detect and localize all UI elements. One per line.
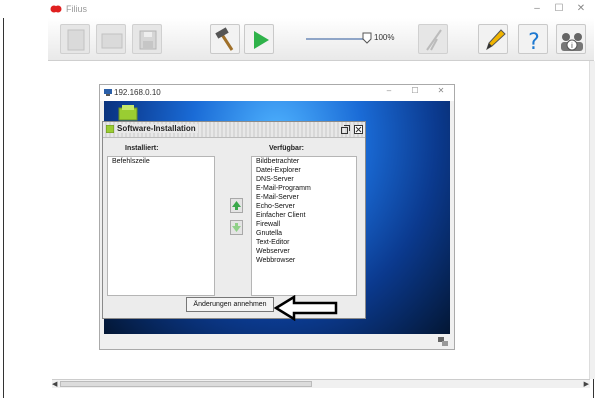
maximize-button[interactable]: ☐ — [552, 3, 566, 14]
simulation-mode-button[interactable] — [244, 24, 274, 54]
list-item[interactable]: Einfacher Client — [254, 211, 356, 220]
svg-text:?: ? — [528, 30, 540, 55]
apply-changes-button[interactable]: Änderungen annehmen — [186, 297, 274, 312]
edit-button[interactable] — [478, 24, 508, 54]
scroll-left-icon[interactable]: ◀ — [52, 380, 57, 388]
new-icon — [67, 29, 85, 51]
design-mode-button[interactable] — [210, 24, 240, 54]
pc-icon — [104, 89, 112, 96]
toolbar: 100% ? i — [48, 18, 594, 61]
vertical-scrollbar[interactable] — [589, 61, 595, 379]
open-button[interactable] — [96, 24, 126, 54]
dialog-title: Software-Installation — [117, 124, 198, 133]
dialog-title-bar: Software-Installation — [103, 122, 365, 138]
save-button[interactable] — [132, 24, 162, 54]
pc-minimize-button[interactable]: – — [382, 86, 396, 95]
software-installer-desktop-icon[interactable] — [118, 105, 138, 121]
wireless-button[interactable] — [418, 24, 448, 54]
dialog-close-icon[interactable] — [354, 125, 363, 134]
list-item[interactable]: Webserver — [254, 247, 356, 256]
svg-text:i: i — [571, 42, 573, 50]
close-button[interactable]: ✕ — [574, 3, 588, 14]
filius-logo-icon — [50, 5, 62, 13]
list-item[interactable]: Datei-Explorer — [254, 166, 356, 175]
arrow-right-icon — [232, 223, 241, 232]
available-items: Bildbetrachter Datei-Explorer DNS-Server E-… — [252, 157, 356, 265]
list-item[interactable]: Befehlszeile — [110, 157, 214, 166]
arrow-left-icon — [232, 201, 241, 210]
installed-items: Befehlszeile — [108, 157, 214, 166]
pc-close-button[interactable]: ✕ — [434, 86, 448, 95]
move-right-button[interactable] — [230, 220, 243, 235]
available-list[interactable]: Bildbetrachter Datei-Explorer DNS-Server E-… — [251, 156, 357, 296]
save-icon — [139, 30, 157, 50]
list-item[interactable]: Gnutella — [254, 229, 356, 238]
scroll-right-icon[interactable]: ▶ — [584, 380, 589, 388]
pc-maximize-button[interactable]: ☐ — [408, 86, 422, 95]
dialog-restore-icon[interactable] — [341, 125, 350, 134]
zoom-label: 100% — [374, 33, 395, 42]
list-item[interactable]: Echo-Server — [254, 202, 356, 211]
pencil-icon — [486, 29, 506, 51]
available-header: Verfügbar: — [269, 145, 305, 152]
dialog-app-icon — [106, 125, 114, 133]
info-icon: i — [561, 33, 583, 51]
open-icon — [101, 33, 123, 49]
play-icon — [254, 31, 269, 49]
speed-slider-knob[interactable] — [362, 32, 372, 44]
installed-list[interactable]: Befehlszeile — [107, 156, 215, 296]
wireless-icon — [426, 29, 442, 51]
network-status-icon — [438, 337, 448, 346]
move-left-button[interactable] — [230, 198, 243, 213]
list-item[interactable]: E-Mail-Server — [254, 193, 356, 202]
minimize-button[interactable]: – — [530, 3, 544, 14]
software-installation-dialog: Software-Installation Installiert: Verfü… — [102, 121, 366, 319]
list-item[interactable]: Webbrowser — [254, 256, 356, 265]
scroll-thumb[interactable] — [60, 381, 312, 387]
annotation-arrow-icon — [274, 295, 338, 321]
hammer-icon — [215, 27, 234, 51]
info-button[interactable]: i — [556, 24, 586, 54]
list-item[interactable]: Bildbetrachter — [254, 157, 356, 166]
list-item[interactable]: DNS-Server — [254, 175, 356, 184]
installed-header: Installiert: — [125, 145, 159, 152]
list-item[interactable]: Firewall — [254, 220, 356, 229]
help-button[interactable]: ? — [518, 24, 548, 55]
pc-window-title-bar: 192.168.0.10 – ☐ ✕ — [100, 85, 454, 101]
list-item[interactable]: Text-Editor — [254, 238, 356, 247]
title-bar: Filius – ☐ ✕ — [0, 0, 597, 18]
pc-ip-address: 192.168.0.10 — [114, 88, 161, 97]
app-title: Filius — [66, 4, 88, 14]
horizontal-scrollbar[interactable]: ◀ ▶ — [52, 379, 590, 388]
new-button[interactable] — [60, 24, 90, 54]
speed-slider[interactable] — [306, 38, 368, 40]
help-icon: ? — [528, 30, 540, 55]
pc-status-bar — [100, 334, 454, 349]
list-item[interactable]: E-Mail-Programm — [254, 184, 356, 193]
